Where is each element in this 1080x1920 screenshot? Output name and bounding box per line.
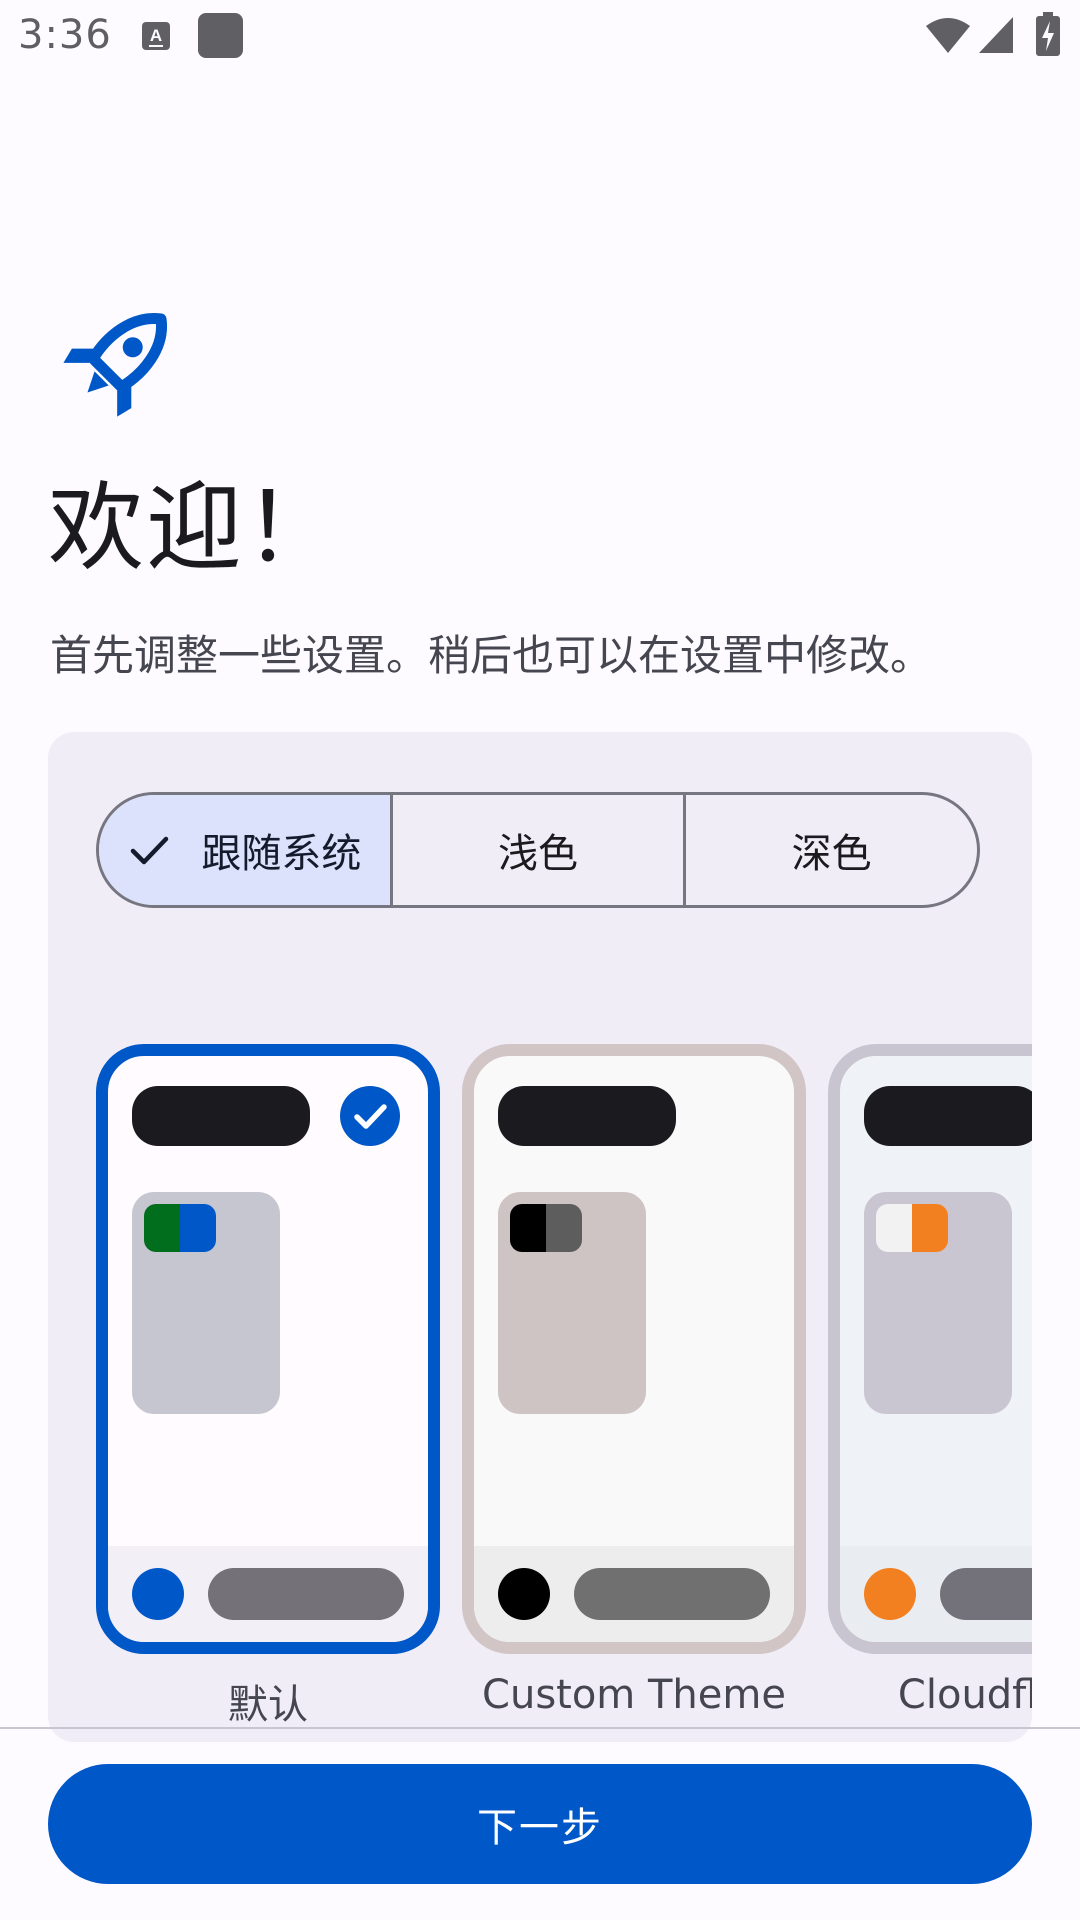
segment-dark[interactable]: 深色 [683,795,977,905]
app-square-icon [198,13,243,58]
theme-preview[interactable] [462,1044,806,1654]
preview-fab-dot [132,1568,184,1620]
preview-bottom-bar [474,1546,794,1642]
preview-bottom-bar [108,1546,428,1642]
color-swatch [510,1204,582,1252]
page-title: 欢迎！ [48,472,342,584]
svg-text:A: A [150,26,162,45]
theme-mode-segmented-control: 跟随系统 浅色 深色 [96,792,980,908]
preview-card [498,1192,646,1414]
preview-fab-dot [498,1568,550,1620]
theme-name: 默认 [228,1682,308,1728]
preview-pill [574,1568,770,1620]
footer-divider [0,1727,1080,1729]
status-time: 3:36 [18,12,112,58]
preview-top-bar [132,1086,310,1146]
theme-name: Cloudflare [897,1672,1032,1718]
segment-label: 跟随系统 [201,831,362,877]
selected-check-icon [340,1086,400,1146]
battery-charging-icon [1036,12,1060,56]
wifi-icon [926,18,970,53]
page-subtitle: 首先调整一些设置。稍后也可以在设置中修改。 [50,631,933,680]
segment-label: 深色 [791,831,872,877]
status-bar: 3:36 A [0,0,1080,80]
check-icon [131,836,169,865]
theme-preview[interactable] [96,1044,440,1654]
signal-icon [979,17,1013,53]
preview-top-bar [864,1086,1032,1146]
preview-fab-dot [864,1568,916,1620]
segment-light[interactable]: 浅色 [389,795,684,905]
preview-card [132,1192,280,1414]
segment-follow-system[interactable]: 跟随系统 [99,795,390,905]
preview-card [864,1192,1012,1414]
color-swatch [876,1204,948,1252]
rocket-icon [63,313,167,417]
themes-carousel[interactable]: 默认 Custom Theme Cloudfl [96,1044,1032,1742]
segment-label: 浅色 [498,831,578,877]
color-swatch [144,1204,216,1252]
theme-name: Custom Theme [482,1672,786,1718]
keyboard-a-icon: A [142,22,170,50]
preview-top-bar [498,1086,676,1146]
preview-pill [940,1568,1032,1620]
preview-pill [208,1568,404,1620]
preview-bottom-bar [840,1546,1032,1642]
theme-panel: 跟随系统 浅色 深色 默认 Custom Theme Cloudfl [48,732,1032,1742]
next-button[interactable]: 下一步 [48,1764,1032,1884]
theme-preview[interactable] [828,1044,1032,1654]
